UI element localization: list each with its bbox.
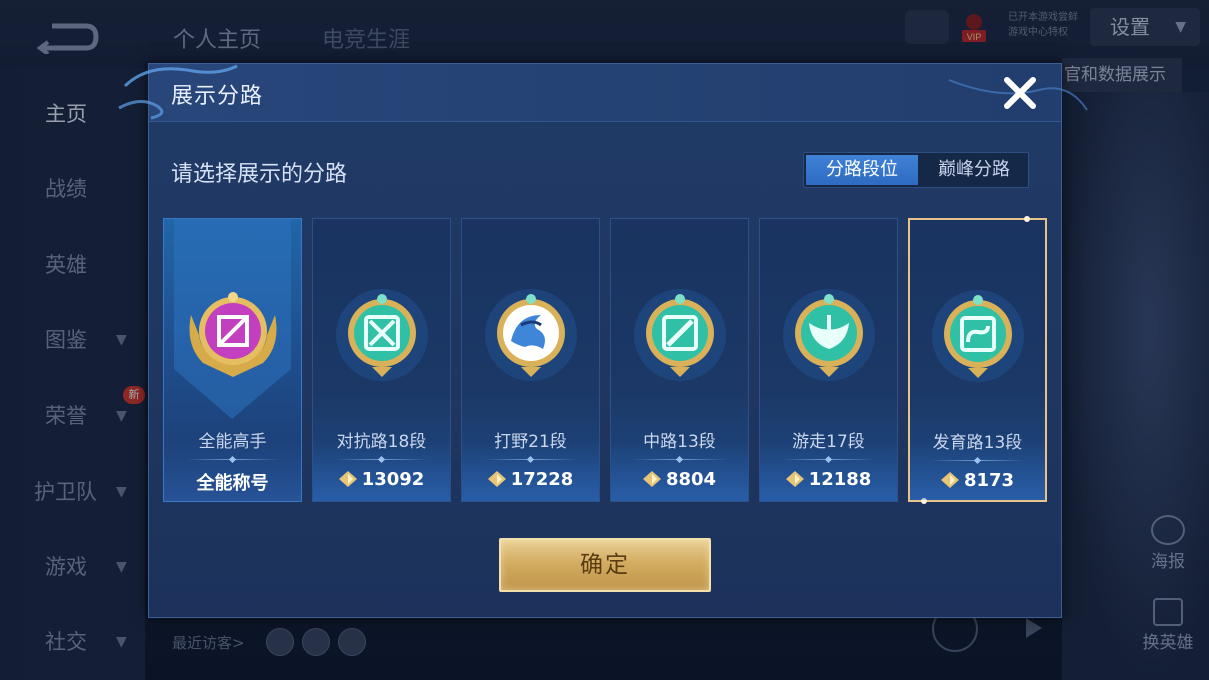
card-title: 全能高手 <box>198 432 267 452</box>
lane-card-roam[interactable]: 游走17段 12188 <box>759 218 898 502</box>
card-title: 对抗路18段 <box>336 432 427 452</box>
card-title: 发育路13段 <box>932 433 1023 453</box>
all-round-emblem-icon <box>189 292 277 377</box>
jungle-emblem-icon <box>485 289 577 381</box>
tab-peak-lane[interactable]: 巅峰分路 <box>918 155 1030 185</box>
divider <box>782 455 875 464</box>
divider <box>931 456 1024 465</box>
lane-card-jungle[interactable]: 打野21段 17228 <box>461 218 600 502</box>
divider <box>186 455 279 464</box>
card-value: 17228 <box>462 469 599 490</box>
confirm-button[interactable]: 确定 <box>499 538 711 592</box>
card-value: 全能称号 <box>196 473 269 494</box>
lane-display-dialog: 展示分路 请选择展示的分路 分路段位 巅峰分路 全能高手 全能称号 对抗路18段… <box>118 63 1088 618</box>
divider <box>484 455 577 464</box>
tab-lane-rank[interactable]: 分路段位 <box>806 155 918 185</box>
card-value: 12188 <box>760 469 897 490</box>
card-title: 游走17段 <box>792 432 865 452</box>
mid-lane-emblem-icon <box>634 289 726 381</box>
lane-points-icon <box>785 471 804 487</box>
lane-points-icon <box>940 472 959 488</box>
card-title: 中路13段 <box>643 432 716 452</box>
lane-points-icon <box>642 471 661 487</box>
lane-card-clash-lane[interactable]: 对抗路18段 13092 <box>312 218 451 502</box>
clash-lane-emblem-icon <box>336 289 428 381</box>
farm-lane-emblem-icon <box>932 290 1024 382</box>
lane-card-mid-lane[interactable]: 中路13段 8804 <box>610 218 749 502</box>
dialog-subtitle: 请选择展示的分路 <box>171 162 348 187</box>
selection-corner-dot <box>1024 216 1030 222</box>
roam-emblem-icon <box>783 289 875 381</box>
lane-points-icon <box>338 471 357 487</box>
lane-mode-toggle: 分路段位 巅峰分路 <box>803 152 1029 188</box>
points-value: 17228 <box>510 469 574 490</box>
lane-card-list: 全能高手 全能称号 对抗路18段 13092 打野21段 17228 中路13段… <box>163 216 1053 504</box>
card-value: 13092 <box>313 469 450 490</box>
close-icon[interactable] <box>1001 74 1039 112</box>
lane-card-all-round[interactable]: 全能高手 全能称号 <box>163 218 302 502</box>
card-title: 打野21段 <box>494 432 567 452</box>
card-value: 8173 <box>910 470 1045 491</box>
dialog-title: 展示分路 <box>171 84 264 109</box>
card-value: 8804 <box>611 469 748 490</box>
divider <box>633 455 726 464</box>
points-value: 8173 <box>963 470 1015 491</box>
points-value: 13092 <box>361 469 425 490</box>
divider <box>335 455 428 464</box>
points-value: 8804 <box>665 469 717 490</box>
lane-points-icon <box>487 471 506 487</box>
dialog-header: 展示分路 <box>118 64 1088 122</box>
points-value: 12188 <box>808 469 872 490</box>
lane-card-farm-lane[interactable]: 发育路13段 8173 <box>908 216 1047 504</box>
